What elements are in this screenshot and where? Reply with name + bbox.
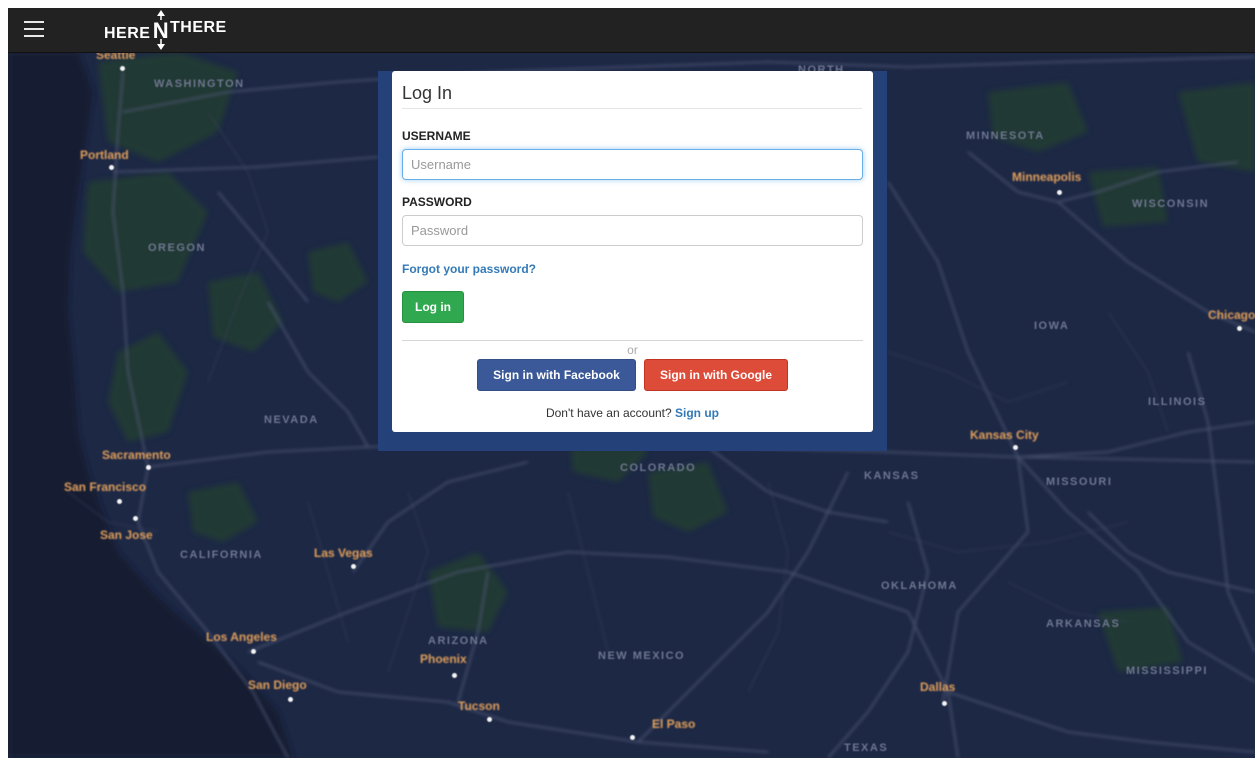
map-city-label: Phoenix (420, 652, 467, 666)
map-region-label: ARKANSAS (1046, 618, 1121, 630)
login-title: Log In (402, 83, 453, 103)
map-region-label: ARIZONA (428, 635, 489, 647)
map-region-label: WISCONSIN (1132, 198, 1210, 210)
map-city-label: San Diego (248, 678, 307, 692)
map-city-label: Las Vegas (314, 546, 373, 560)
password-label: PASSWORD (402, 195, 472, 209)
password-input[interactable] (402, 215, 863, 246)
map-region-label: IOWA (1034, 320, 1070, 332)
top-navbar: HERE N THERE (8, 8, 1255, 53)
map-city-dot (1057, 190, 1062, 195)
forgot-password-link[interactable]: Forgot your password? (402, 262, 536, 276)
hamburger-line (24, 28, 44, 30)
map-city-dot (146, 465, 151, 470)
map-region-label: COLORADO (620, 462, 697, 474)
map-city-label: Kansas City (970, 428, 1039, 442)
map-city-label: Chicago (1208, 308, 1255, 322)
map-city-label: El Paso (652, 717, 696, 731)
map-region-label: MISSISSIPPI (1126, 665, 1208, 677)
map-city-dot (452, 673, 457, 678)
hamburger-line (24, 35, 44, 37)
signup-link[interactable]: Sign up (675, 406, 719, 420)
map-city-dot (117, 499, 122, 504)
map-city-dot (942, 701, 947, 706)
map-city-dot (109, 165, 114, 170)
map-region-label: ILLINOIS (1148, 396, 1207, 408)
title-divider (402, 108, 862, 109)
map-city-label: Sacramento (102, 448, 171, 462)
login-modal: Log In USERNAME PASSWORD Forgot your pas… (392, 71, 873, 432)
app-frame: HERE N THERE WASHINGTON OREGON NEVADA CA… (8, 8, 1255, 758)
map-region-label: WASHINGTON (154, 78, 245, 90)
map-city-label: Tucson (458, 699, 500, 713)
map-region-label: OREGON (148, 242, 206, 254)
map-city-dot (120, 66, 125, 71)
map-region-label: CALIFORNIA (180, 549, 263, 561)
or-text: or (627, 343, 638, 357)
map-region-label: MINNESOTA (966, 130, 1045, 142)
map-city-dot (1237, 326, 1242, 331)
map-region-label: NEVADA (264, 414, 319, 426)
map-city-dot (351, 564, 356, 569)
map-city-label: San Francisco (64, 480, 147, 494)
username-label: USERNAME (402, 129, 471, 143)
facebook-signin-button[interactable]: Sign in with Facebook (477, 359, 636, 391)
map-region-label: MISSOURI (1046, 476, 1113, 488)
map-city-label: San Jose (100, 528, 153, 542)
map-city-dot (133, 516, 138, 521)
map-city-label: Dallas (920, 680, 956, 694)
map-city-dot (251, 649, 256, 654)
login-modal-frame: Log In USERNAME PASSWORD Forgot your pas… (378, 71, 887, 451)
username-input[interactable] (402, 149, 863, 180)
signup-row: Don't have an account? Sign up (392, 406, 873, 420)
map-city-label: Portland (80, 148, 129, 162)
signup-prompt: Don't have an account? (545, 406, 676, 420)
map-region-label: TEXAS (844, 742, 889, 754)
compass-n-icon: N (153, 10, 169, 50)
hamburger-line (24, 21, 44, 23)
login-button[interactable]: Log in (402, 291, 464, 323)
map-region-label: NEW MEXICO (598, 650, 686, 662)
hamburger-menu-icon[interactable] (24, 20, 44, 38)
or-divider (402, 340, 863, 341)
map-city-dot (630, 735, 635, 740)
google-signin-button[interactable]: Sign in with Google (644, 359, 788, 391)
brand-word-here: HERE (104, 25, 151, 42)
map-region-label: OKLAHOMA (881, 580, 958, 592)
map-city-dot (288, 697, 293, 702)
map-city-dot (487, 717, 492, 722)
map-city-dot (1013, 445, 1018, 450)
map-region-label: KANSAS (864, 470, 920, 482)
map-city-label: Minneapolis (1012, 170, 1082, 184)
map-city-label: Los Angeles (206, 630, 277, 644)
brand-word-there: THERE (170, 19, 227, 36)
